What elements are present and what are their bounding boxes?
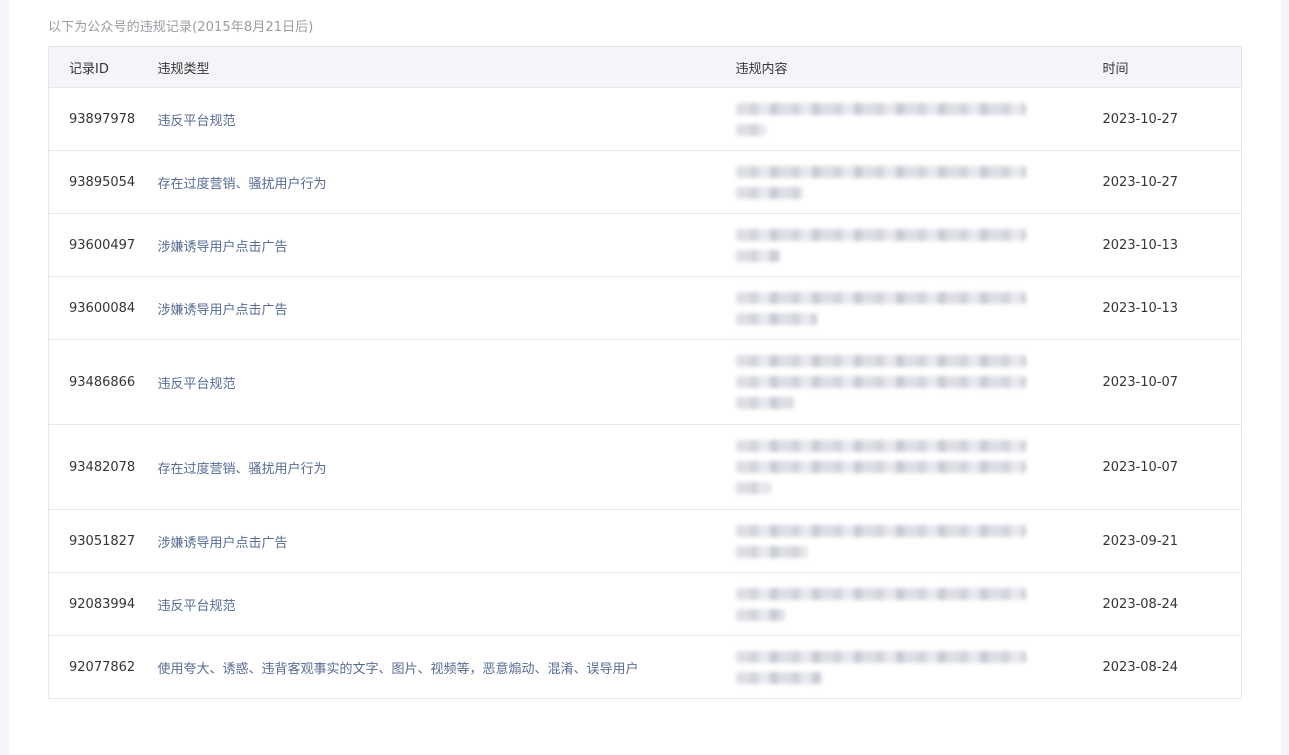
redacted-content [735, 341, 1036, 424]
violation-content-cell [735, 509, 1103, 573]
violation-type-cell: 存在过度营销、骚扰用户行为 [157, 150, 736, 214]
redacted-content [735, 637, 1036, 698]
table-row: 93895054 存在过度营销、骚扰用户行为 2023-10-27 [48, 150, 1242, 214]
time-cell: 2023-10-27 [1102, 150, 1242, 214]
violation-content-cell [735, 635, 1103, 699]
record-id-cell: 93482078 [48, 424, 158, 510]
violation-content-cell [735, 424, 1103, 510]
violation-content-cell [735, 276, 1103, 340]
header-record-id: 记录ID [48, 46, 158, 88]
redacted-content [735, 426, 1036, 509]
violation-content-cell [735, 213, 1103, 277]
table-row: 93486866 违反平台规范 2023-10-07 [48, 339, 1242, 425]
time-cell: 2023-10-13 [1102, 213, 1242, 277]
violation-type-cell: 违反平台规范 [157, 572, 736, 636]
violation-records-table: 记录ID 违规类型 违规内容 时间 93897978 违反平台规范 2023-10-… [48, 46, 1242, 699]
table-row: 92077862 使用夸大、诱惑、违背客观事实的文字、图片、视频等，恶意煽动、混淆… [48, 635, 1242, 699]
table-row: 93482078 存在过度营销、骚扰用户行为 2023-10-07 [48, 424, 1242, 510]
table-body: 93897978 违反平台规范 2023-10-27 93895054 存在过度营销、骚… [48, 87, 1242, 699]
redacted-line [735, 587, 1026, 600]
violation-content-cell [735, 87, 1103, 151]
redacted-content [735, 511, 1036, 572]
redacted-line [735, 102, 1026, 115]
redacted-content [735, 152, 1036, 213]
record-id-cell: 92077862 [48, 635, 158, 699]
record-id-cell: 93600497 [48, 213, 158, 277]
redacted-line [735, 608, 785, 621]
violation-content-cell [735, 339, 1103, 425]
redacted-line [735, 249, 780, 262]
redacted-line [735, 482, 771, 494]
record-id-cell: 93486866 [48, 339, 158, 425]
time-cell: 2023-10-07 [1102, 424, 1242, 510]
header-time: 时间 [1102, 46, 1242, 88]
table-header-row: 记录ID 违规类型 违规内容 时间 [48, 46, 1242, 88]
redacted-line [735, 228, 1026, 241]
record-id-cell: 93897978 [48, 87, 158, 151]
violation-type-cell: 使用夸大、诱惑、违背客观事实的文字、图片、视频等，恶意煽动、混淆、误导用户 [157, 635, 736, 699]
violation-type-cell: 违反平台规范 [157, 87, 736, 151]
redacted-content [735, 215, 1036, 276]
table-row: 93600497 涉嫌诱导用户点击广告 2023-10-13 [48, 213, 1242, 277]
redacted-line [735, 123, 766, 136]
violation-type-cell: 存在过度营销、骚扰用户行为 [157, 424, 736, 510]
redacted-line [735, 524, 1026, 537]
time-cell: 2023-10-07 [1102, 339, 1242, 425]
table-row: 93051827 涉嫌诱导用户点击广告 2023-09-21 [48, 509, 1242, 573]
redacted-line [735, 650, 1026, 663]
redacted-line [735, 545, 808, 558]
time-cell: 2023-10-27 [1102, 87, 1242, 151]
table-row: 93897978 违反平台规范 2023-10-27 [48, 87, 1242, 151]
time-cell: 2023-08-24 [1102, 635, 1242, 699]
record-id-cell: 93600084 [48, 276, 158, 340]
redacted-line [735, 291, 1026, 304]
redacted-content [735, 574, 1036, 635]
redacted-line [735, 186, 803, 199]
time-cell: 2023-08-24 [1102, 572, 1242, 636]
violation-type-cell: 违反平台规范 [157, 339, 736, 425]
violation-type-cell: 涉嫌诱导用户点击广告 [157, 213, 736, 277]
violation-content-cell [735, 572, 1103, 636]
redacted-line [735, 397, 794, 409]
redacted-line [735, 461, 1026, 473]
time-cell: 2023-10-13 [1102, 276, 1242, 340]
redacted-line [735, 376, 1026, 388]
redacted-line [735, 312, 817, 325]
record-id-cell: 92083994 [48, 572, 158, 636]
table-row: 93600084 涉嫌诱导用户点击广告 2023-10-13 [48, 276, 1242, 340]
header-violation-type: 违规类型 [157, 46, 736, 88]
violation-content-cell [735, 150, 1103, 214]
violation-type-cell: 涉嫌诱导用户点击广告 [157, 276, 736, 340]
time-cell: 2023-09-21 [1102, 509, 1242, 573]
header-violation-content: 违规内容 [735, 46, 1103, 88]
redacted-line [735, 165, 1026, 178]
redacted-line [735, 355, 1026, 367]
page-card: 以下为公众号的违规记录(2015年8月21日后) 记录ID 违规类型 违规内容 … [9, 0, 1281, 755]
redacted-line [735, 671, 822, 684]
redacted-content [735, 89, 1036, 150]
table-row: 92083994 违反平台规范 2023-08-24 [48, 572, 1242, 636]
record-id-cell: 93051827 [48, 509, 158, 573]
redacted-line [735, 440, 1026, 452]
record-id-cell: 93895054 [48, 150, 158, 214]
violation-type-cell: 涉嫌诱导用户点击广告 [157, 509, 736, 573]
redacted-content [735, 278, 1036, 339]
violation-notice: 以下为公众号的违规记录(2015年8月21日后) [48, 20, 314, 35]
